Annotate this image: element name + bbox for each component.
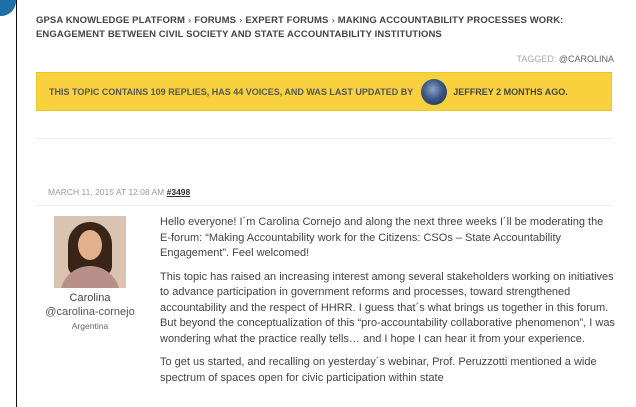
post-paragraph: Hello everyone! I´m Carolina Cornejo and… bbox=[160, 216, 604, 259]
page-left-border bbox=[16, 0, 17, 407]
author-avatar[interactable] bbox=[54, 216, 126, 288]
breadcrumb-separator: › bbox=[188, 15, 192, 26]
author-location: Argentina bbox=[71, 321, 109, 331]
author-name[interactable]: Carolina bbox=[36, 291, 144, 305]
breadcrumb-item-forums[interactable]: Forums bbox=[194, 15, 236, 26]
divider bbox=[36, 138, 612, 139]
post-content: Hello everyone! I´m Carolina Cornejo and… bbox=[160, 215, 616, 394]
topic-info-text: This topic contains 109 replies, has 44 … bbox=[49, 86, 414, 97]
post-paragraph: To get us started, and recalling on yest… bbox=[160, 356, 597, 384]
last-reply-author[interactable]: Jeffrey 2 months ago. bbox=[453, 87, 568, 97]
post-author: Carolina @carolina-cornejo Argentina bbox=[36, 216, 144, 331]
post-paragraph: This topic has raised an increasing inte… bbox=[160, 270, 615, 345]
last-reply-avatar[interactable] bbox=[421, 78, 448, 105]
tag-link[interactable]: @carolina bbox=[559, 54, 614, 64]
topic-info-notice: This topic contains 109 replies, has 44 … bbox=[36, 72, 612, 111]
divider bbox=[36, 205, 612, 206]
topic-tags: Tagged: @carolina bbox=[516, 54, 614, 64]
breadcrumb-separator: › bbox=[239, 15, 243, 26]
tags-label: Tagged: bbox=[516, 54, 557, 64]
breadcrumb-item-home[interactable]: GPSA Knowledge Platform bbox=[36, 15, 185, 26]
post-date: March 11, 2015 at 12:08 am bbox=[48, 187, 165, 197]
post-permalink[interactable]: #3498 bbox=[167, 187, 191, 197]
breadcrumb: GPSA Knowledge Platform › Forums › Expert Fo… bbox=[36, 14, 626, 42]
breadcrumb-item-expert-forums[interactable]: Expert Forums bbox=[245, 15, 328, 26]
author-handle[interactable]: @carolina-cornejo bbox=[36, 305, 144, 319]
post-meta: March 11, 2015 at 12:08 am #3498 bbox=[48, 187, 190, 197]
breadcrumb-separator: › bbox=[331, 15, 335, 26]
corner-badge bbox=[0, 0, 16, 16]
